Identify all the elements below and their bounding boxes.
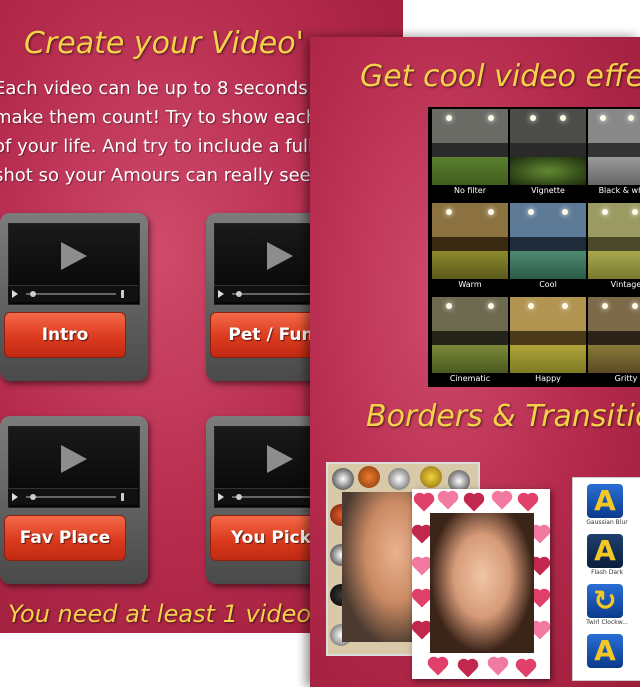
stadium-thumbnail [510,203,586,279]
record-fav-place-button[interactable]: Fav Place [4,515,126,561]
filter-happy[interactable]: Happy [510,297,586,390]
volume-icon[interactable] [121,290,132,298]
volume-icon[interactable] [121,493,132,501]
transition-gaussian-blur[interactable]: A Gaussian Blur [577,484,637,530]
transition-label: Gaussian Blur [586,519,628,526]
play-icon[interactable] [12,290,18,298]
stadium-thumbnail [432,297,508,373]
transition-label: Twirl Clockw... [586,619,628,626]
play-icon [61,242,87,270]
transition-a-icon: A [587,634,623,668]
filter-label: Vintage [610,280,640,289]
video-effects-page: Get cool video effects No filter Vignett… [310,37,640,687]
filter-label: Warm [458,280,482,289]
filter-warm[interactable]: Warm [432,203,508,296]
filter-label: Black & white [598,186,640,195]
filter-vignette[interactable]: Vignette [510,109,586,202]
border-examples-collage [326,462,550,687]
transition-label: Flash Dark [591,569,623,576]
filter-label: Gritty [614,374,638,383]
filter-label: Cinematic [449,374,491,383]
seek-knob[interactable] [236,291,242,297]
stadium-thumbnail [510,297,586,373]
instruction-line: Each video can be up to 8 seconds l [0,78,319,99]
record-intro-button[interactable]: Intro [4,312,126,358]
video-tile-intro: Intro [0,213,148,381]
play-icon[interactable] [12,493,18,501]
video-tile-fav-place: Fav Place [0,416,148,584]
filter-no-filter[interactable]: No filter [432,109,508,202]
video-controls [8,285,138,302]
filter-label: Cool [539,280,557,289]
instruction-line: make them count! Try to show each [0,107,318,128]
transition-twirl-clockwise[interactable]: ↻ Twirl Clockw... [577,584,637,630]
woman-portrait [430,513,534,653]
stadium-thumbnail [588,297,640,373]
stadium-thumbnail [588,203,640,279]
filter-black-white[interactable]: Black & white [588,109,640,202]
stadium-thumbnail [432,109,508,185]
filter-gritty[interactable]: Gritty [588,297,640,390]
play-icon [267,242,293,270]
seek-knob[interactable] [30,291,36,297]
play-icon[interactable] [218,290,224,298]
hearts-border-photo [412,489,550,679]
filter-label: Vignette [531,186,565,195]
transition-flash-dark[interactable]: A Flash Dark [577,534,637,580]
stadium-thumbnail [510,109,586,185]
seek-knob[interactable] [30,494,36,500]
transition-a-icon: A [587,534,623,568]
seek-bar[interactable] [232,293,322,295]
borders-transitions-title: Borders & Transitions [366,399,640,434]
transition-item[interactable]: A [577,634,637,680]
filter-grid: No filter Vignette Black & white [428,107,640,387]
seek-knob[interactable] [236,494,242,500]
stadium-thumbnail [432,203,508,279]
create-video-title: Create your Video' [24,26,304,61]
transitions-list: A Gaussian Blur A Flash Dark ↻ Twirl Clo… [572,477,640,681]
play-icon[interactable] [218,493,224,501]
seek-bar[interactable] [232,496,322,498]
filter-cinematic[interactable]: Cinematic [432,297,508,390]
min-video-notice: You need at least 1 video [8,600,312,628]
instruction-line: of your life. And try to include a full [0,136,314,157]
filter-cool[interactable]: Cool [510,203,586,296]
filter-label: No filter [453,186,487,195]
filter-label: Happy [535,374,561,383]
filter-vintage[interactable]: Vintage [588,203,640,296]
seek-bar[interactable] [26,496,116,498]
transition-twirl-icon: ↻ [587,584,623,618]
effects-title: Get cool video effects [360,59,640,94]
video-controls [8,488,138,505]
stadium-thumbnail [588,109,640,185]
instruction-line: shot so your Amours can really see y [0,165,328,186]
play-icon [267,445,293,473]
transition-a-icon: A [587,484,623,518]
play-icon [61,445,87,473]
seek-bar[interactable] [26,293,116,295]
